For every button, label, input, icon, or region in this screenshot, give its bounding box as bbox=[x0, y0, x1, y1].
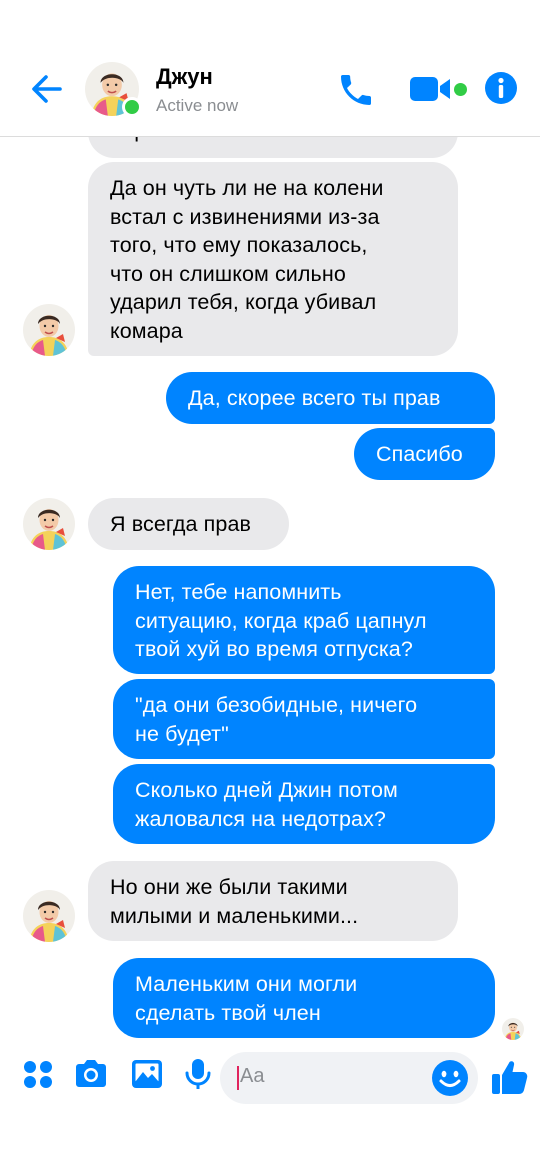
gallery-button[interactable] bbox=[129, 1056, 165, 1092]
apps-button[interactable] bbox=[20, 1056, 56, 1092]
info-icon bbox=[485, 72, 517, 104]
message-bubble-outgoing[interactable]: Да, скорее всего ты прав bbox=[166, 372, 495, 424]
message-bubble-incoming[interactable]: Да он чуть ли не на колени встал с извин… bbox=[88, 162, 458, 356]
video-active-dot bbox=[454, 83, 467, 96]
sender-avatar[interactable] bbox=[23, 890, 75, 942]
message-bubble-outgoing[interactable]: Сколько дней Джин потом жаловался на нед… bbox=[113, 764, 495, 844]
phone-icon bbox=[341, 75, 371, 105]
microphone-icon bbox=[185, 1059, 211, 1089]
chat-header: Джун Active now bbox=[0, 0, 540, 137]
four-dots-icon bbox=[24, 1061, 52, 1088]
message-input[interactable]: Aa bbox=[220, 1052, 478, 1104]
thumbs-up-icon bbox=[492, 1061, 528, 1094]
like-button[interactable] bbox=[490, 1057, 530, 1097]
message-bubble-incoming[interactable]: Но они же были такими милыми и маленьким… bbox=[88, 861, 458, 941]
smiley-icon bbox=[432, 1060, 468, 1096]
contact-avatar[interactable] bbox=[85, 62, 142, 117]
camera-button[interactable] bbox=[73, 1056, 109, 1092]
message-bubble-outgoing[interactable]: Нет, тебе напомнить ситуацию, когда краб… bbox=[113, 566, 495, 674]
message-bubble-outgoing[interactable]: Спасибо bbox=[354, 428, 495, 480]
sender-avatar[interactable] bbox=[23, 498, 75, 550]
video-call-button[interactable] bbox=[408, 72, 458, 106]
message-bubble-outgoing[interactable]: "да они безобидные, ничего не будет" bbox=[113, 679, 495, 759]
read-receipt-avatar bbox=[502, 1018, 524, 1040]
message-input-placeholder: Aa bbox=[240, 1065, 265, 1087]
camera-icon bbox=[76, 1060, 106, 1087]
message-composer: Aa bbox=[0, 1040, 540, 1120]
emoji-button[interactable] bbox=[431, 1059, 469, 1097]
message-bubble-outgoing[interactable]: Маленьким они могли сделать твой член bbox=[113, 958, 495, 1038]
back-button[interactable] bbox=[26, 68, 68, 110]
info-button[interactable] bbox=[484, 71, 518, 105]
online-indicator bbox=[122, 97, 142, 117]
sender-avatar[interactable] bbox=[23, 304, 75, 356]
voice-message-button[interactable] bbox=[180, 1056, 216, 1092]
arrow-left-icon bbox=[32, 75, 62, 103]
image-icon bbox=[132, 1060, 162, 1088]
message-bubble-incoming[interactable]: Я всегда прав bbox=[88, 498, 289, 550]
video-camera-icon bbox=[410, 77, 450, 101]
voice-call-button[interactable] bbox=[336, 70, 376, 110]
text-cursor bbox=[237, 1066, 239, 1090]
contact-status: Active now bbox=[156, 96, 239, 115]
contact-name[interactable]: Джун bbox=[156, 64, 213, 90]
